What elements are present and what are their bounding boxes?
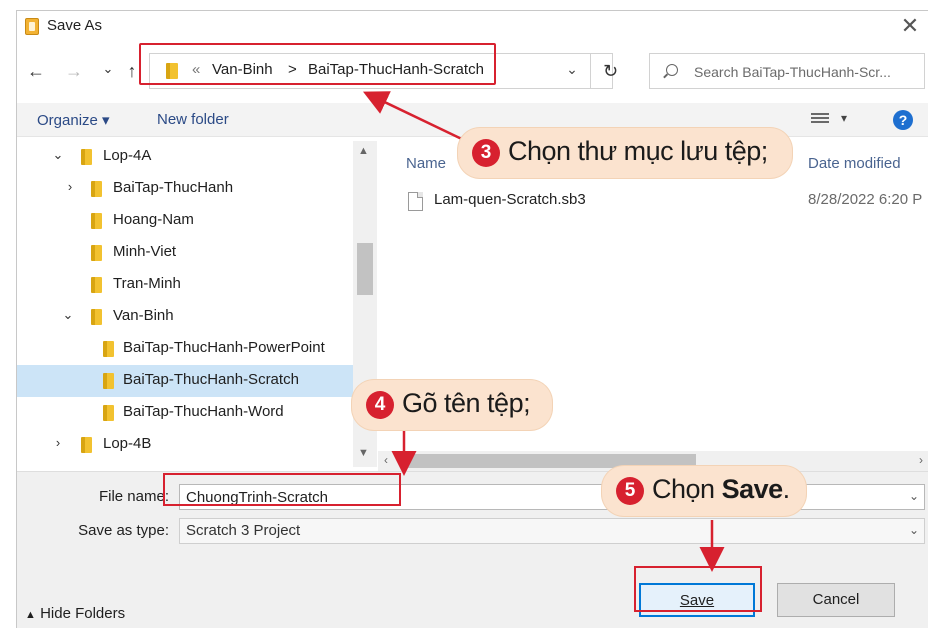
save-button-label: Save <box>679 592 715 609</box>
refresh-icon[interactable]: ↻ <box>590 54 630 88</box>
chevron-up-icon: ▲ <box>25 609 36 621</box>
search-icon <box>666 64 678 76</box>
tree-item-label: BaiTap-ThucHanh-Word <box>123 403 284 420</box>
up-arrow-icon[interactable]: ↑ <box>121 59 143 83</box>
file-row[interactable]: Lam-quen-Scratch.sb3 8/28/2022 6:20 P <box>378 189 928 217</box>
callout-step-5: 5 Chọn Save. <box>602 466 806 516</box>
folder-icon <box>103 405 114 421</box>
breadcrumb: « Van-Binh > BaiTap-ThucHanh-Scratch <box>154 57 504 85</box>
callout-text: Chọn Save. <box>652 474 790 505</box>
back-arrow-icon[interactable]: ← <box>25 59 47 83</box>
save-type-value: Scratch 3 Project <box>186 522 301 539</box>
folder-icon <box>91 277 102 293</box>
recent-locations-icon[interactable]: ⌄ <box>97 57 119 81</box>
cancel-button[interactable]: Cancel <box>777 583 895 617</box>
callout-step-4: 4 Gõ tên tệp; <box>352 380 552 430</box>
scroll-left-icon[interactable]: ‹ <box>384 453 388 467</box>
help-icon[interactable]: ? <box>893 110 913 130</box>
close-button[interactable]: ✕ <box>898 13 922 39</box>
column-header-name[interactable]: Name <box>406 155 446 172</box>
tree-item-van-binh[interactable]: ⌄ Van-Binh <box>17 301 353 333</box>
forward-arrow-icon[interactable]: → <box>63 59 85 83</box>
folder-icon <box>91 309 102 325</box>
tree-item-word[interactable]: BaiTap-ThucHanh-Word <box>17 397 353 429</box>
step-number-badge: 3 <box>472 139 500 167</box>
folder-icon <box>166 63 178 79</box>
breadcrumb-item-scratch[interactable]: BaiTap-ThucHanh-Scratch <box>308 61 484 78</box>
chevron-down-icon[interactable]: ⌄ <box>909 489 919 503</box>
folder-icon <box>103 373 114 389</box>
search-box[interactable] <box>649 53 925 89</box>
tree-item-label: BaiTap-ThucHanh <box>113 179 234 196</box>
chevron-down-icon[interactable]: ⌄ <box>51 147 65 163</box>
tree-item-scratch[interactable]: BaiTap-ThucHanh-Scratch <box>17 365 353 397</box>
breadcrumb-item-van-binh[interactable]: Van-Binh <box>212 61 273 78</box>
callout-text-prefix: Chọn <box>652 474 722 504</box>
folder-icon <box>81 149 92 165</box>
scroll-up-icon[interactable]: ▲ <box>358 145 369 157</box>
file-icon <box>408 192 423 211</box>
scroll-down-icon[interactable]: ▼ <box>358 447 369 459</box>
tree-item-tran-minh[interactable]: Tran-Minh <box>17 269 353 301</box>
step-number-badge: 4 <box>366 391 394 419</box>
step-number-badge: 5 <box>616 477 644 505</box>
tree-item-label: Tran-Minh <box>113 275 181 292</box>
tree-item-label: BaiTap-ThucHanh-PowerPoint <box>123 339 325 356</box>
navigation-bar: ← → ⌄ ↑ « Van-Binh > BaiTap-ThucHanh-Scr… <box>17 49 928 93</box>
tree-item-powerpoint[interactable]: BaiTap-ThucHanh-PowerPoint <box>17 333 353 365</box>
chevron-down-icon[interactable]: ⌄ <box>61 307 75 323</box>
tree-item-lop-4a[interactable]: ⌄ Lop-4A <box>17 141 353 173</box>
chevron-down-icon[interactable]: ⌄ <box>562 61 582 81</box>
tree-item-label: Van-Binh <box>113 307 174 324</box>
breadcrumb-separator: > <box>288 61 297 78</box>
save-button[interactable]: Save <box>639 583 755 617</box>
tree-item-label: Lop-4A <box>103 147 152 164</box>
search-input[interactable] <box>694 62 920 82</box>
view-options-icon[interactable] <box>811 113 829 127</box>
callout-text: Chọn thư mục lưu tệp; <box>508 136 768 166</box>
tree-item-baitap-thuchanh[interactable]: › BaiTap-ThucHanh <box>17 173 353 205</box>
file-name-field[interactable] <box>179 484 925 510</box>
file-name: Lam-quen-Scratch.sb3 <box>434 191 586 208</box>
folder-icon <box>81 437 92 453</box>
tree-item-label: Hoang-Nam <box>113 211 194 228</box>
view-dropdown-icon[interactable]: ▾ <box>841 111 847 125</box>
tree-item-lop-4b[interactable]: › Lop-4B <box>17 429 353 461</box>
save-as-dialog: Save As ✕ ← → ⌄ ↑ « Van-Binh > BaiTap-Th… <box>16 10 928 628</box>
callout-text: Gõ tên tệp; <box>402 388 531 418</box>
dialog-title: Save As <box>47 17 103 34</box>
scroll-thumb[interactable] <box>357 243 373 295</box>
chevron-down-icon[interactable]: ⌄ <box>909 523 919 537</box>
tree-item-label: Minh-Viet <box>113 243 177 260</box>
folder-icon <box>91 213 102 229</box>
save-type-select[interactable]: Scratch 3 Project <box>179 518 925 544</box>
file-date: 8/28/2022 6:20 P <box>808 191 923 208</box>
hide-folders-button[interactable]: ▲ Hide Folders <box>25 605 125 622</box>
tree-item-minh-viet[interactable]: Minh-Viet <box>17 237 353 269</box>
tree-item-label: BaiTap-ThucHanh-Scratch <box>123 371 299 388</box>
callout-text-bold: Save <box>721 474 784 504</box>
new-folder-button[interactable]: New folder <box>157 111 229 128</box>
hide-folders-label: Hide Folders <box>40 605 126 622</box>
folder-icon <box>91 181 102 197</box>
title-bar: Save As ✕ <box>17 11 928 43</box>
save-type-label: Save as type: <box>78 522 169 539</box>
folder-icon <box>91 245 102 261</box>
chevron-right-icon[interactable]: › <box>51 435 65 450</box>
organize-button[interactable]: Organize ▾ <box>37 111 110 129</box>
breadcrumb-overflow[interactable]: « <box>192 61 200 78</box>
callout-step-3: 3 Chọn thư mục lưu tệp; <box>458 128 792 178</box>
navigation-pane: ⌄ Lop-4A › BaiTap-ThucHanh Hoang-Nam Min… <box>17 141 377 467</box>
file-name-label: File name: <box>98 488 169 505</box>
scroll-right-icon[interactable]: › <box>919 453 923 467</box>
chevron-right-icon[interactable]: › <box>63 179 77 194</box>
column-header-date[interactable]: Date modified <box>808 155 901 172</box>
folder-icon <box>103 341 114 357</box>
app-icon <box>25 18 39 35</box>
callout-text-suffix: . <box>782 474 791 504</box>
address-bar[interactable]: « Van-Binh > BaiTap-ThucHanh-Scratch ⌄ ↻ <box>149 53 618 89</box>
tree-item-hoang-nam[interactable]: Hoang-Nam <box>17 205 353 237</box>
tree-item-label: Lop-4B <box>103 435 152 452</box>
